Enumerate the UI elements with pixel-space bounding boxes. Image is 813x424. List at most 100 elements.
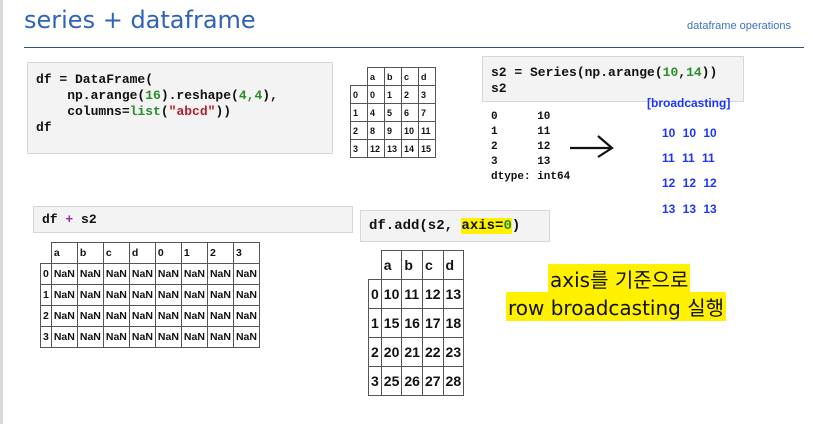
code-cell-dataframe[interactable]: df = DataFrame( np.arange(16).reshape(4,… bbox=[27, 62, 333, 154]
table-cell: NaN bbox=[50, 284, 78, 306]
table-row: 3 25 26 27 28 bbox=[368, 366, 465, 396]
column-header: c bbox=[421, 250, 444, 280]
table-cell: NaN bbox=[180, 326, 208, 348]
table-cell: 26 bbox=[401, 366, 423, 396]
table-row: 2 8 9 10 11 bbox=[350, 121, 436, 140]
table-header-row: a b c d bbox=[350, 67, 436, 86]
column-header: 1 bbox=[180, 242, 208, 264]
table-cell: 21 bbox=[401, 337, 423, 367]
table-cell: 13 bbox=[384, 139, 402, 158]
row-index: 3 bbox=[40, 326, 52, 348]
table-cell: 6 bbox=[401, 103, 419, 122]
table-cell: 5 bbox=[384, 103, 402, 122]
table-cell: NaN bbox=[232, 305, 260, 327]
table-cell: NaN bbox=[232, 326, 260, 348]
table-cell: 11 bbox=[418, 121, 436, 140]
table-cell: 27 bbox=[421, 366, 444, 396]
column-header: a bbox=[50, 242, 78, 264]
row-index: 3 bbox=[350, 139, 368, 158]
column-header: b bbox=[76, 242, 104, 264]
table-cell: 20 bbox=[380, 337, 403, 367]
row-index: 2 bbox=[368, 337, 382, 367]
code-cell-add-method[interactable]: df.add(s2, axis=0) bbox=[360, 210, 550, 242]
row-index: 1 bbox=[350, 103, 368, 122]
table-cell: NaN bbox=[76, 263, 104, 285]
table-cell: 12 bbox=[421, 279, 444, 309]
table-cell: NaN bbox=[128, 305, 156, 327]
broadcast-row: 11 11 11 bbox=[662, 151, 715, 165]
table-cell: NaN bbox=[102, 326, 130, 348]
table-cell: 18 bbox=[442, 308, 465, 338]
table-row: 0 0 1 2 3 bbox=[350, 85, 436, 104]
table-cell: NaN bbox=[102, 305, 130, 327]
table-cell: 28 bbox=[442, 366, 465, 396]
table-cell: NaN bbox=[154, 284, 182, 306]
column-header: 3 bbox=[232, 242, 260, 264]
table-cell: 0 bbox=[367, 85, 385, 104]
table-cell: 10 bbox=[380, 279, 403, 309]
column-header: a bbox=[367, 67, 385, 86]
table-cell: NaN bbox=[76, 305, 104, 327]
table-cell: 11 bbox=[401, 279, 423, 309]
row-index: 0 bbox=[368, 279, 382, 309]
page-title: series + dataframe bbox=[24, 6, 256, 34]
column-header: b bbox=[384, 67, 402, 86]
table-cell: NaN bbox=[50, 263, 78, 285]
table-cell: NaN bbox=[128, 263, 156, 285]
table-row: 2 20 21 22 23 bbox=[368, 337, 465, 367]
table-cell: NaN bbox=[102, 284, 130, 306]
table-cell: 4 bbox=[367, 103, 385, 122]
table-row: 3 12 13 14 15 bbox=[350, 139, 436, 158]
table-cell: NaN bbox=[206, 263, 234, 285]
table-cell: 22 bbox=[421, 337, 444, 367]
column-header: c bbox=[401, 67, 419, 86]
table-cell: NaN bbox=[76, 326, 104, 348]
table-cell: NaN bbox=[76, 284, 104, 306]
sum-result-table: a b c d 0 1 2 3 0 NaN NaN NaN NaN NaN Na… bbox=[40, 242, 260, 348]
table-cell: 15 bbox=[418, 139, 436, 158]
table-cell: NaN bbox=[206, 305, 234, 327]
broadcast-row: 10 10 10 bbox=[662, 126, 717, 140]
table-cell: 15 bbox=[380, 308, 403, 338]
column-header: d bbox=[128, 242, 156, 264]
table-cell: 9 bbox=[384, 121, 402, 140]
axis-highlight: axis=0 bbox=[461, 218, 512, 234]
table-cell: NaN bbox=[180, 284, 208, 306]
add-result-table: a b c d 0 10 11 12 13 1 15 16 17 18 2 20… bbox=[368, 250, 465, 396]
column-header: c bbox=[102, 242, 130, 264]
table-row: 0 NaN NaN NaN NaN NaN NaN NaN NaN bbox=[40, 263, 260, 285]
table-cell: 10 bbox=[401, 121, 419, 140]
table-row: 1 15 16 17 18 bbox=[368, 308, 465, 338]
table-cell: 7 bbox=[418, 103, 436, 122]
title-divider bbox=[24, 47, 804, 48]
table-cell: NaN bbox=[128, 326, 156, 348]
arrow-right-icon bbox=[570, 135, 614, 158]
page-subtitle: dataframe operations bbox=[687, 20, 791, 32]
annotation-line-1: axis를 기준으로 bbox=[548, 264, 691, 293]
table-row: 1 NaN NaN NaN NaN NaN NaN NaN NaN bbox=[40, 284, 260, 306]
column-header: b bbox=[401, 250, 423, 280]
table-cell: 3 bbox=[418, 85, 436, 104]
column-header: 2 bbox=[206, 242, 234, 264]
table-cell: 14 bbox=[401, 139, 419, 158]
row-index: 2 bbox=[350, 121, 368, 140]
table-cell: NaN bbox=[50, 326, 78, 348]
table-row: 0 10 11 12 13 bbox=[368, 279, 465, 309]
table-cell: NaN bbox=[154, 263, 182, 285]
column-header: d bbox=[418, 67, 436, 86]
code-cell-add-operator[interactable]: df + s2 bbox=[33, 206, 353, 233]
table-cell: NaN bbox=[154, 305, 182, 327]
table-row: 1 4 5 6 7 bbox=[350, 103, 436, 122]
broadcasting-label: [broadcasting] bbox=[647, 96, 731, 110]
table-cell: 8 bbox=[367, 121, 385, 140]
table-header-row: a b c d 0 1 2 3 bbox=[40, 242, 260, 264]
series-output: 0 10 1 11 2 12 3 13 dtype: int64 bbox=[491, 111, 571, 183]
table-cell: 1 bbox=[384, 85, 402, 104]
row-index: 3 bbox=[368, 366, 382, 396]
row-index: 2 bbox=[40, 305, 52, 327]
column-header: a bbox=[380, 250, 403, 280]
table-cell: 12 bbox=[367, 139, 385, 158]
table-cell: NaN bbox=[232, 263, 260, 285]
row-index: 1 bbox=[40, 284, 52, 306]
table-cell: 16 bbox=[401, 308, 423, 338]
